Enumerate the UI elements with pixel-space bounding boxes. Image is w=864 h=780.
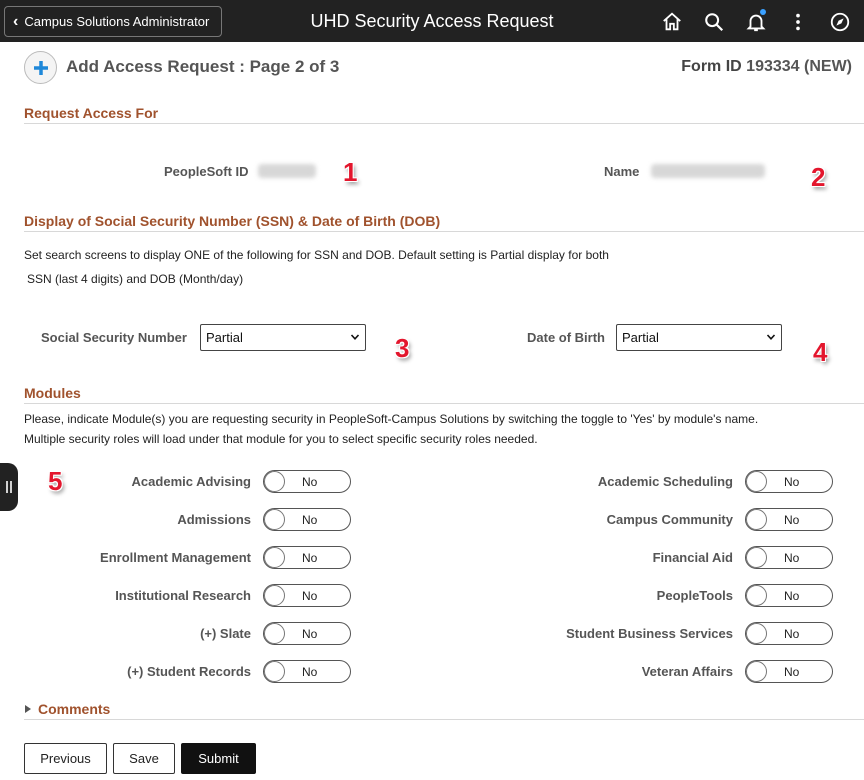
bell-icon[interactable] — [740, 8, 772, 36]
modules-description-line1: Please, indicate Module(s) you are reque… — [24, 412, 759, 426]
toggle-knob — [746, 547, 767, 568]
module-label-student-records: (+) Student Records — [127, 664, 251, 679]
back-button[interactable]: ‹ Campus Solutions Administrator — [4, 6, 222, 37]
dob-select-value: Partial — [622, 330, 659, 345]
module-label-financial-aid: Financial Aid — [652, 550, 733, 565]
side-panel-handle[interactable] — [0, 463, 18, 511]
annotation-badge-2: 2 — [811, 162, 826, 192]
ssn-dob-description-line1: Set search screens to display ONE of the… — [24, 248, 609, 262]
toggle-state-label: No — [302, 475, 318, 489]
module-label-slate: (+) Slate — [200, 626, 251, 641]
toggle-student-business-services[interactable]: No — [745, 622, 833, 645]
divider — [24, 719, 864, 720]
comments-toggle[interactable]: Comments — [24, 701, 110, 717]
toggle-state-label: No — [302, 513, 318, 527]
form-id-label: Form ID — [681, 58, 742, 75]
toggle-knob — [264, 661, 285, 682]
dob-select[interactable]: Partial — [616, 324, 782, 351]
module-label-institutional-research: Institutional Research — [115, 588, 251, 603]
comments-label: Comments — [38, 701, 111, 717]
notification-dot — [760, 9, 766, 15]
name-value — [651, 164, 765, 178]
dob-label: Date of Birth — [527, 330, 605, 345]
form-id-value: 193334 (NEW) — [746, 58, 852, 75]
chevron-down-icon — [766, 334, 776, 340]
toggle-institutional-research[interactable]: No — [263, 584, 351, 607]
back-button-label: Campus Solutions Administrator — [24, 14, 210, 29]
toggle-state-label: No — [302, 551, 318, 565]
peoplesoft-id-value — [258, 164, 316, 178]
toggle-admissions[interactable]: No — [263, 508, 351, 531]
submit-button[interactable]: Submit — [181, 743, 256, 774]
module-label-academic-advising: Academic Advising — [131, 474, 251, 489]
toggle-academic-scheduling[interactable]: No — [745, 470, 833, 493]
toggle-enrollment-management[interactable]: No — [263, 546, 351, 569]
caret-right-icon — [25, 705, 31, 713]
toggle-state-label: No — [302, 589, 318, 603]
divider — [24, 231, 864, 232]
toggle-knob — [264, 585, 285, 606]
previous-button[interactable]: Previous — [24, 743, 107, 774]
toggle-state-label: No — [784, 551, 800, 565]
module-label-academic-scheduling: Academic Scheduling — [597, 474, 733, 489]
toggle-state-label: No — [784, 475, 800, 489]
ssn-select[interactable]: Partial — [200, 324, 366, 351]
toggle-knob — [264, 509, 285, 530]
search-icon[interactable] — [698, 8, 730, 36]
modules-description-line2: Multiple security roles will load under … — [24, 432, 538, 446]
section-request-access-for: Request Access For — [24, 105, 159, 121]
grip-icon — [6, 481, 12, 493]
toggle-state-label: No — [784, 589, 800, 603]
module-label-student-business-services: Student Business Services — [566, 626, 733, 641]
toggle-knob — [746, 661, 767, 682]
page-heading: Add Access Request : Page 2 of 3 — [66, 57, 340, 76]
header-bar: ‹ Campus Solutions Administrator UHD Sec… — [0, 0, 864, 42]
toggle-academic-advising[interactable]: No — [263, 470, 351, 493]
toggle-knob — [264, 623, 285, 644]
toggle-campus-community[interactable]: No — [745, 508, 833, 531]
annotation-badge-3: 3 — [395, 333, 410, 363]
toggle-state-label: No — [302, 627, 318, 641]
toggle-state-label: No — [784, 665, 800, 679]
name-label: Name — [604, 164, 640, 179]
module-label-campus-community: Campus Community — [606, 512, 733, 527]
chevron-left-icon: ‹ — [13, 12, 19, 30]
section-ssn-dob: Display of Social Security Number (SSN) … — [24, 213, 441, 229]
toggle-state-label: No — [784, 627, 800, 641]
divider — [24, 123, 864, 124]
chevron-down-icon — [350, 334, 360, 340]
section-modules: Modules — [24, 385, 81, 401]
toggle-veteran-affairs[interactable]: No — [745, 660, 833, 683]
annotation-badge-4: 4 — [813, 337, 828, 367]
module-label-veteran-affairs: Veteran Affairs — [641, 664, 733, 679]
ssn-dob-description-line2: SSN (last 4 digits) and DOB (Month/day) — [27, 272, 244, 286]
form-id: Form ID 193334 (NEW) — [681, 58, 852, 76]
home-icon[interactable] — [656, 8, 688, 36]
module-label-peopletools: PeopleTools — [656, 588, 733, 603]
toggle-knob — [264, 547, 285, 568]
toggle-state-label: No — [302, 665, 318, 679]
toggle-slate[interactable]: No — [263, 622, 351, 645]
annotation-badge-1: 1 — [343, 157, 358, 187]
toggle-state-label: No — [784, 513, 800, 527]
toggle-financial-aid[interactable]: No — [745, 546, 833, 569]
toggle-knob — [746, 509, 767, 530]
toggle-knob — [746, 585, 767, 606]
toggle-knob — [264, 471, 285, 492]
toggle-student-records[interactable]: No — [263, 660, 351, 683]
toggle-peopletools[interactable]: No — [745, 584, 833, 607]
toggle-knob — [746, 471, 767, 492]
more-icon[interactable] — [782, 8, 814, 36]
divider — [24, 403, 864, 404]
ssn-label: Social Security Number — [41, 330, 187, 345]
ssn-select-value: Partial — [206, 330, 243, 345]
add-icon — [24, 51, 57, 84]
annotation-badge-5: 5 — [48, 466, 63, 496]
save-button[interactable]: Save — [113, 743, 175, 774]
compass-icon[interactable] — [824, 8, 856, 36]
toggle-knob — [746, 623, 767, 644]
peoplesoft-id-label: PeopleSoft ID — [164, 164, 249, 179]
module-label-enrollment-management: Enrollment Management — [100, 550, 251, 565]
module-label-admissions: Admissions — [177, 512, 251, 527]
